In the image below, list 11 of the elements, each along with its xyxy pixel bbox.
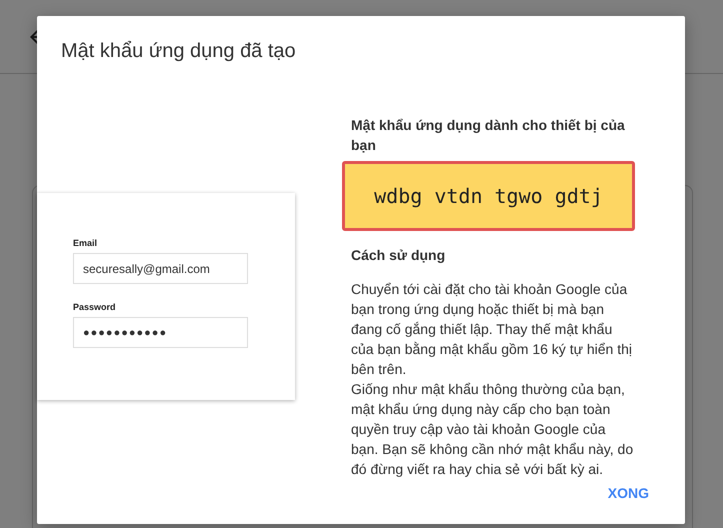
field-label: Email bbox=[73, 238, 98, 248]
done-button[interactable]: XONG bbox=[606, 479, 651, 507]
usage-text: Chuyển tới cài đặt cho tài khoản Google của bạn trong ứng dụng hoặc thiết bị mà bạn đang cố gắng thiết lập. Thay thế mật khẩu của bạn bằng mật khẩu gồm 16 ký tự hiển thị bên trên. bbox=[351, 280, 633, 379]
usage-text: Giống như mật khẩu thông thường của bạn, mật khẩu ứng dụng này cấp cho bạn toàn quyền truy cập vào tài khoản Google của bạn. Bạn sẽ không cần nhớ mật khẩu này, do đó đừng viết ra hay chia sẻ với bất kỳ ai. bbox=[351, 380, 634, 479]
usage-heading: Cách sử dụng bbox=[351, 246, 446, 265]
password-field: ●●●●●●●●●●● bbox=[73, 317, 248, 348]
email-field: securesally@gmail.com bbox=[73, 253, 248, 284]
field-label: Password bbox=[73, 302, 117, 312]
app-password: wdbg vtdn tgwo gdtj bbox=[342, 161, 635, 231]
password-heading: Mật khẩu ứng dụng dành cho thiết bị của bạn bbox=[351, 116, 626, 155]
dialog-title: Mật khẩu ứng dụng đã tạo bbox=[61, 40, 297, 63]
